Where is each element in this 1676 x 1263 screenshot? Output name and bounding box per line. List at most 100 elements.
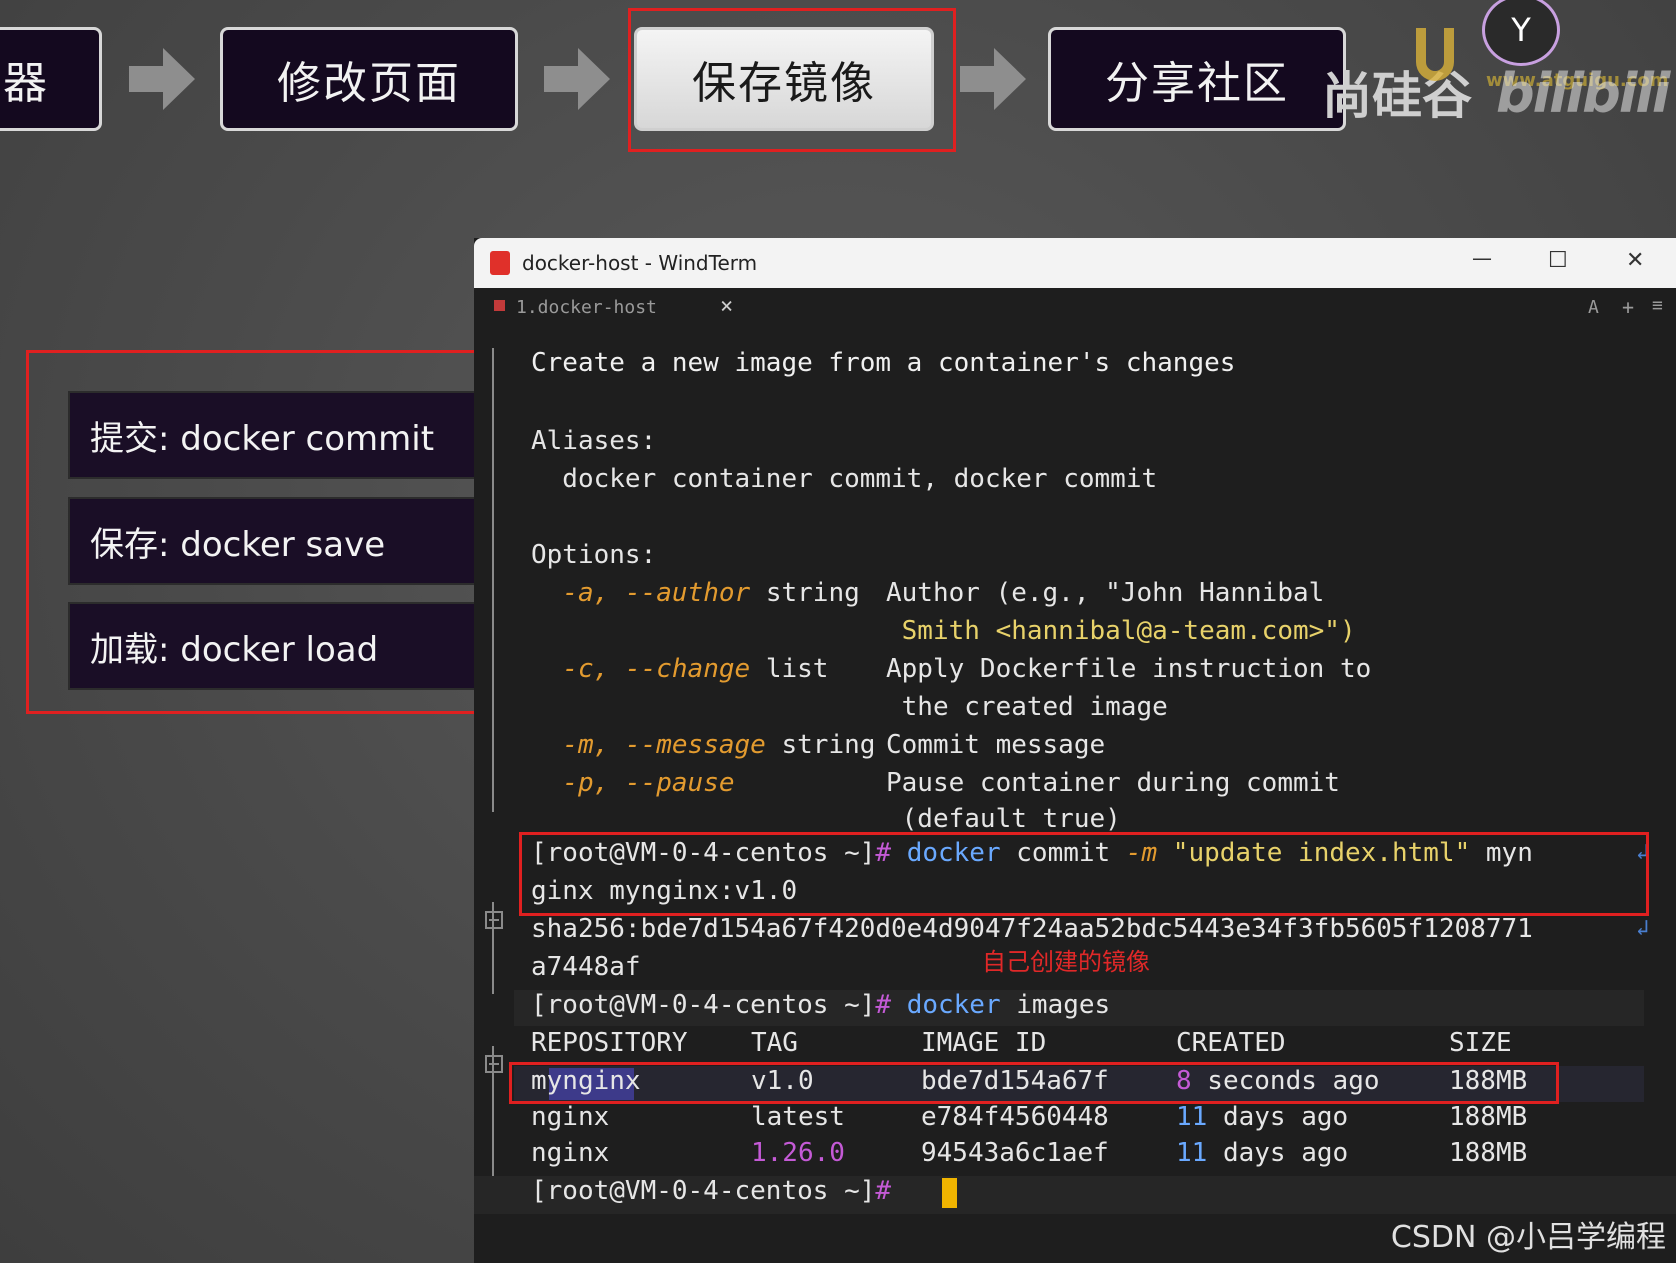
created-num: 11 [1176, 1138, 1208, 1168]
arrow-right-icon [960, 48, 1026, 110]
step-0: 器 [0, 27, 102, 131]
aliases-header: Aliases: [531, 424, 656, 458]
arrow-right-icon [544, 48, 610, 110]
desc-text: Create a new image from a container's ch… [531, 348, 1236, 378]
final-prompt-line: [root@VM-0-4-centos ~]# [531, 1174, 907, 1208]
aliases-line: docker container commit, docker commit [531, 462, 1157, 496]
minimize-button[interactable]: — [1472, 246, 1492, 270]
option-pause-desc2: (default true) [886, 802, 1121, 836]
table-row-2-repo[interactable]: nginx [531, 1136, 609, 1170]
step-1: 修改页面 [220, 27, 518, 131]
option-change-desc2: the created image [886, 690, 1168, 724]
option-author: -a, --author string [531, 576, 860, 610]
option-pause-short: -p, [562, 768, 610, 798]
table-row-2-id: 94543a6c1aef [921, 1138, 1109, 1168]
title-bar: docker-host - WindTerm — ☐ ✕ [474, 238, 1676, 288]
highlight-step [628, 8, 956, 152]
option-pause-desc2-text: (default true) [886, 804, 1121, 834]
option-pause-long: --pause [624, 768, 735, 798]
created-num: 11 [1176, 1102, 1208, 1132]
prompt-symbol: # [875, 1176, 892, 1206]
fold-toggle-icon[interactable] [485, 1055, 503, 1073]
step-3: 分享社区 [1048, 27, 1346, 131]
sha-text-2: a7448af [531, 952, 641, 982]
option-author-long: --author [624, 578, 751, 608]
highlight-commit [519, 832, 1649, 916]
tab-close-icon[interactable]: × [720, 294, 733, 319]
images-cmd-a: docker [906, 990, 1001, 1020]
maximize-button[interactable]: ☐ [1548, 248, 1568, 273]
option-pause-desc: Pause container during commit [886, 766, 1340, 800]
option-pause: -p, --pause [531, 766, 735, 800]
text-cursor [942, 1178, 957, 1208]
option-change-desc2-text: the created image [886, 692, 1168, 722]
table-row-1-size: 188MB [1449, 1102, 1528, 1132]
created-rest: days ago [1207, 1102, 1349, 1132]
watermark: CSDN @小吕学编程 [1390, 1220, 1666, 1255]
close-button[interactable]: ✕ [1626, 248, 1644, 273]
table-row-1-id: e784f4560448 [921, 1102, 1109, 1132]
menu-icon[interactable]: ≡ [1652, 295, 1663, 316]
fold-toggle-icon[interactable] [485, 911, 503, 929]
prompt-text: [root@VM-0-4-centos ~] [531, 1176, 876, 1206]
font-size-icon[interactable]: A [1588, 297, 1599, 318]
table-header-size: SIZE [1449, 1028, 1512, 1058]
highlight-commands [26, 350, 488, 714]
sha-line-2: a7448af [531, 950, 641, 984]
option-message-long: --message [624, 730, 766, 760]
options-header-text: Options: [531, 540, 657, 570]
window-title: docker-host - WindTerm [522, 251, 758, 275]
options-header: Options: [531, 538, 656, 572]
option-change-type: list [765, 654, 829, 684]
option-message-desc: Commit message [886, 728, 1105, 762]
option-change-desc-text: Apply Dockerfile instruction to [886, 654, 1372, 684]
table-row-2-tag: 1.26.0 [751, 1138, 845, 1168]
prompt-text: [root@VM-0-4-centos ~] [531, 990, 876, 1020]
option-change-desc: Apply Dockerfile instruction to [886, 652, 1371, 686]
step-3-label: 分享社区 [1105, 58, 1289, 109]
images-cmd-b: images [1000, 990, 1111, 1020]
table-row-2-created: 11 days ago [1176, 1136, 1348, 1170]
option-author-desc2: Smith <hannibal@a-team.com>") [886, 614, 1356, 648]
prompt-symbol: # [875, 990, 892, 1020]
tab-docker-host[interactable]: 1.docker-host [516, 297, 657, 318]
sha-line-1: sha256:bde7d154a67f420d0e4d9047f24aa52bd… [531, 912, 1533, 946]
option-author-desc-text: Author (e.g., "John Hannibal [886, 578, 1325, 608]
table-header-created: CREATED [1176, 1028, 1286, 1058]
step-1-label: 修改页面 [277, 58, 461, 109]
aliases-text: docker container commit, docker commit [531, 464, 1158, 494]
table-header-tag: TAG [751, 1028, 798, 1058]
windterm-app-icon [490, 251, 510, 275]
fold-gutter [492, 348, 494, 812]
images-command-line: [root@VM-0-4-centos ~]# docker images [531, 988, 1110, 1022]
option-message-short: -m, [562, 730, 610, 760]
highlight-mynginx-row [509, 1062, 1559, 1104]
option-author-type: string [765, 578, 860, 608]
terminal-content[interactable]: Create a new image from a container's ch… [474, 328, 1676, 1263]
created-rest: days ago [1207, 1138, 1349, 1168]
sha-text-1: sha256:bde7d154a67f420d0e4d9047f24aa52bd… [531, 914, 1533, 944]
help-description: Create a new image from a container's ch… [531, 346, 1235, 380]
option-message-type: string [781, 730, 876, 760]
option-message-desc-text: Commit message [886, 730, 1106, 760]
new-tab-icon[interactable]: + [1622, 295, 1634, 319]
annotation-own-image: 自己创建的镜像 [982, 948, 1150, 976]
tab-bar: 1.docker-host × A + ≡ [474, 288, 1676, 328]
option-change-short: -c, [562, 654, 610, 684]
wrap-icon: ↲ [1636, 916, 1650, 941]
arrow-right-icon [129, 48, 195, 110]
table-header-id: IMAGE ID [921, 1028, 1047, 1058]
option-pause-desc-text: Pause container during commit [886, 768, 1340, 798]
option-author-desc: Author (e.g., "John Hannibal [886, 576, 1324, 610]
table-header-repo: REPOSITORY [531, 1028, 688, 1058]
table-row-1-repo[interactable]: nginx [531, 1100, 609, 1134]
bilibili-avatar-icon: Y [1482, 0, 1560, 66]
brand-site-watermark: bilibili [1496, 62, 1670, 125]
table-row-1-tag: latest [751, 1102, 845, 1132]
option-change-long: --change [624, 654, 751, 684]
terminal-window: docker-host - WindTerm — ☐ ✕ 1.docker-ho… [474, 238, 1676, 1263]
table-row-1-created: 11 days ago [1176, 1100, 1348, 1134]
option-message: -m, --message string [531, 728, 875, 762]
step-0-label: 器 [3, 58, 49, 109]
brand-logo-icon [1416, 28, 1454, 81]
